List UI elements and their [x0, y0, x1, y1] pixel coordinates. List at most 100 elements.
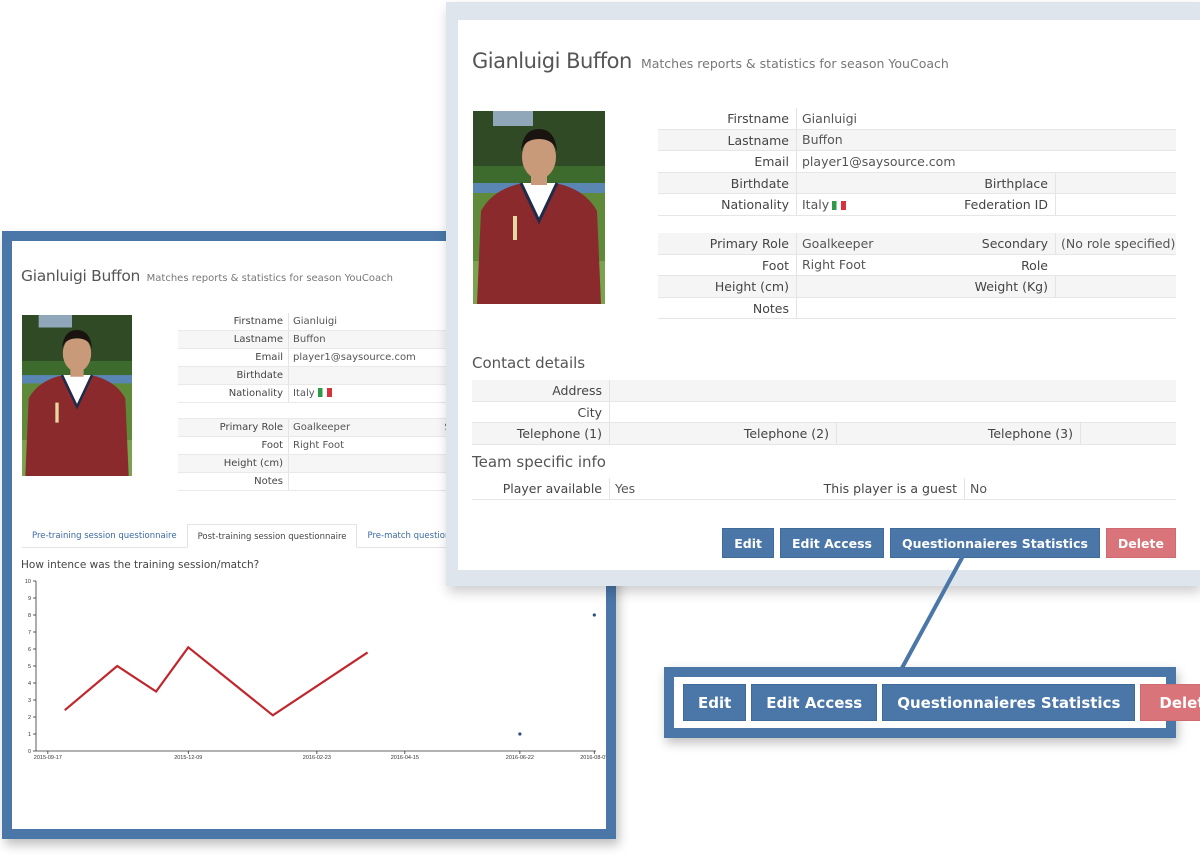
delete-button[interactable]: Delete	[1105, 528, 1176, 558]
y-tick-label: 1	[28, 732, 31, 738]
row-birthdate: Birthdate Birthplace	[658, 172, 1176, 195]
address-value	[610, 380, 615, 401]
delete-button-zoomed[interactable]: Delete	[1140, 684, 1200, 721]
telephone3-label: Telephone (3)	[837, 423, 1081, 444]
row-email: Email player1@saysource.com	[178, 349, 468, 367]
telephone1-label: Telephone (1)	[472, 423, 610, 444]
firstname-label: Firstname	[658, 108, 797, 129]
row-nationality: Nationality Italy Fe	[178, 385, 468, 403]
y-tick-label: 10	[25, 579, 31, 585]
y-tick-label: 0	[28, 749, 31, 755]
primary-role-label: Primary Role	[178, 419, 289, 436]
x-tick-label: 2016-04-15	[391, 755, 419, 761]
email-label: Email	[658, 151, 797, 172]
composite-screenshot: Gianluigi Buffon Matches reports & stati…	[0, 0, 1200, 857]
email-link[interactable]: player1@saysource.com	[289, 352, 468, 363]
height-label: Height (cm)	[178, 455, 289, 472]
player-photo	[473, 111, 605, 304]
row-firstname: Firstname Gianluigi	[178, 313, 468, 331]
telephone2-label: Telephone (2)	[610, 423, 837, 444]
row-spacer	[178, 403, 468, 419]
questionnaires-statistics-button[interactable]: Questionnaieres Statistics	[889, 528, 1100, 558]
row-lastname: Lastname Buffon	[658, 129, 1176, 152]
firstname-label: Firstname	[178, 313, 289, 330]
email-link[interactable]: player1@saysource.com	[797, 154, 957, 169]
row-telephones: Telephone (1) Telephone (2) Telephone (3…	[472, 423, 1176, 445]
row-primary-role: Primary Role Goalkeeper Secc	[178, 419, 468, 437]
firstname-value: Gianluigi	[293, 316, 338, 327]
row-birthdate: Birthdate	[178, 367, 468, 385]
primary-role-value: Goalkeeper	[802, 235, 874, 251]
foot-value: Right Foot	[293, 440, 345, 451]
nationality-label: Nationality	[658, 194, 797, 215]
y-tick-label: 7	[28, 630, 31, 636]
federation-label: Federation ID	[957, 194, 1056, 215]
tab-pre-training[interactable]: Pre-training session questionnaire	[22, 524, 187, 547]
height-label: Height (cm)	[658, 276, 797, 297]
page-title: Gianluigi Buffon Matches reports & stati…	[472, 49, 949, 73]
questionnaire-tabs: Pre-training session questionnaire Post-…	[22, 524, 482, 548]
page-subtitle: Matches reports & statistics for season …	[146, 273, 393, 284]
page-title: Gianluigi Buffon Matches reports & stati…	[21, 267, 393, 285]
city-value	[610, 402, 615, 423]
contact-table: Address City Telephone (1) Telephone (2)…	[472, 380, 1176, 445]
role-table: Primary Role Goalkeeper Secondary Role (…	[658, 233, 1176, 320]
action-buttons: Edit Edit Access Questionnaieres Statist…	[722, 528, 1176, 558]
row-lastname: Lastname Buffon	[178, 331, 468, 349]
row-foot: Foot Right Foot	[178, 437, 468, 455]
row-firstname: Firstname Gianluigi	[658, 108, 1176, 130]
birthdate-label: Birthdate	[658, 172, 797, 194]
secondary-role-label: Secondary Role	[957, 233, 1056, 273]
nationality-text: Italy	[293, 388, 315, 399]
telephone3-value	[1081, 423, 1086, 444]
player-photo	[22, 315, 132, 476]
questionnaires-statistics-button-zoomed[interactable]: Questionnaieres Statistics	[882, 684, 1136, 721]
notes-label: Notes	[658, 297, 797, 319]
row-height: Height (cm)	[178, 455, 468, 473]
birthdate-label: Birthdate	[178, 367, 289, 384]
primary-role-value: Goalkeeper	[293, 422, 351, 433]
row-nationality: Nationality Italy Federation ID	[658, 194, 1176, 216]
y-tick-label: 5	[28, 664, 31, 670]
lastname-value: Buffon	[293, 334, 326, 345]
player-profile-window: Gianluigi Buffon Matches reports & stati…	[446, 2, 1200, 586]
player-available-value: Yes	[615, 481, 636, 496]
y-tick-label: 9	[28, 596, 31, 602]
player-profile-content: Gianluigi Buffon Matches reports & stati…	[458, 20, 1200, 570]
tab-post-training[interactable]: Post-training session questionnaire	[186, 524, 358, 548]
row-team-info: Player available Yes This player is a gu…	[472, 478, 1176, 500]
contact-details-heading: Contact details	[472, 354, 586, 372]
edit-button[interactable]: Edit	[722, 528, 775, 558]
edit-access-button[interactable]: Edit Access	[780, 528, 884, 558]
primary-role-label: Primary Role	[658, 233, 797, 254]
row-address: Address	[472, 380, 1176, 402]
x-tick-label: 2015-09-17	[34, 755, 62, 761]
player-name: Gianluigi Buffon	[472, 49, 632, 73]
secondary-role-value: (No role specified)	[1061, 235, 1176, 251]
foot-value: Right Foot	[802, 257, 866, 273]
data-point	[592, 613, 596, 617]
email-label: Email	[178, 349, 289, 366]
row-city: City	[472, 401, 1176, 424]
lastname-label: Lastname	[178, 331, 289, 348]
y-tick-label: 2	[28, 715, 31, 721]
profile-table: Firstname Gianluigi Lastname Buffon Emai…	[658, 108, 1176, 216]
guest-label: This player is a guest	[818, 478, 965, 499]
edit-access-button-zoomed[interactable]: Edit Access	[751, 684, 878, 721]
zoomed-action-buttons-callout: Edit Edit Access Questionnaieres Statist…	[664, 667, 1200, 738]
birthplace-label: Birthplace	[957, 172, 1056, 194]
player-name: Gianluigi Buffon	[21, 267, 141, 285]
lastname-value: Buffon	[802, 132, 843, 148]
x-tick-label: 2016-06-22	[506, 755, 534, 761]
callout-content: Edit Edit Access Questionnaieres Statist…	[674, 677, 1200, 728]
row-notes: Notes	[658, 297, 1176, 320]
team-info-heading: Team specific info	[472, 453, 606, 471]
city-label: City	[472, 401, 610, 423]
row-primary-role: Primary Role Goalkeeper Secondary Role (…	[658, 233, 1176, 273]
lastname-label: Lastname	[658, 129, 797, 151]
edit-button-zoomed[interactable]: Edit	[683, 684, 747, 721]
intensity-chart: 0 1 2 3 4 5 6 7 8 9 10 2015-09-17 2015-12-09 2016-02-…	[25, 579, 606, 761]
foot-label: Foot	[178, 437, 289, 454]
player-available-label: Player available	[472, 478, 610, 499]
page-subtitle: Matches reports & statistics for season …	[640, 56, 949, 71]
